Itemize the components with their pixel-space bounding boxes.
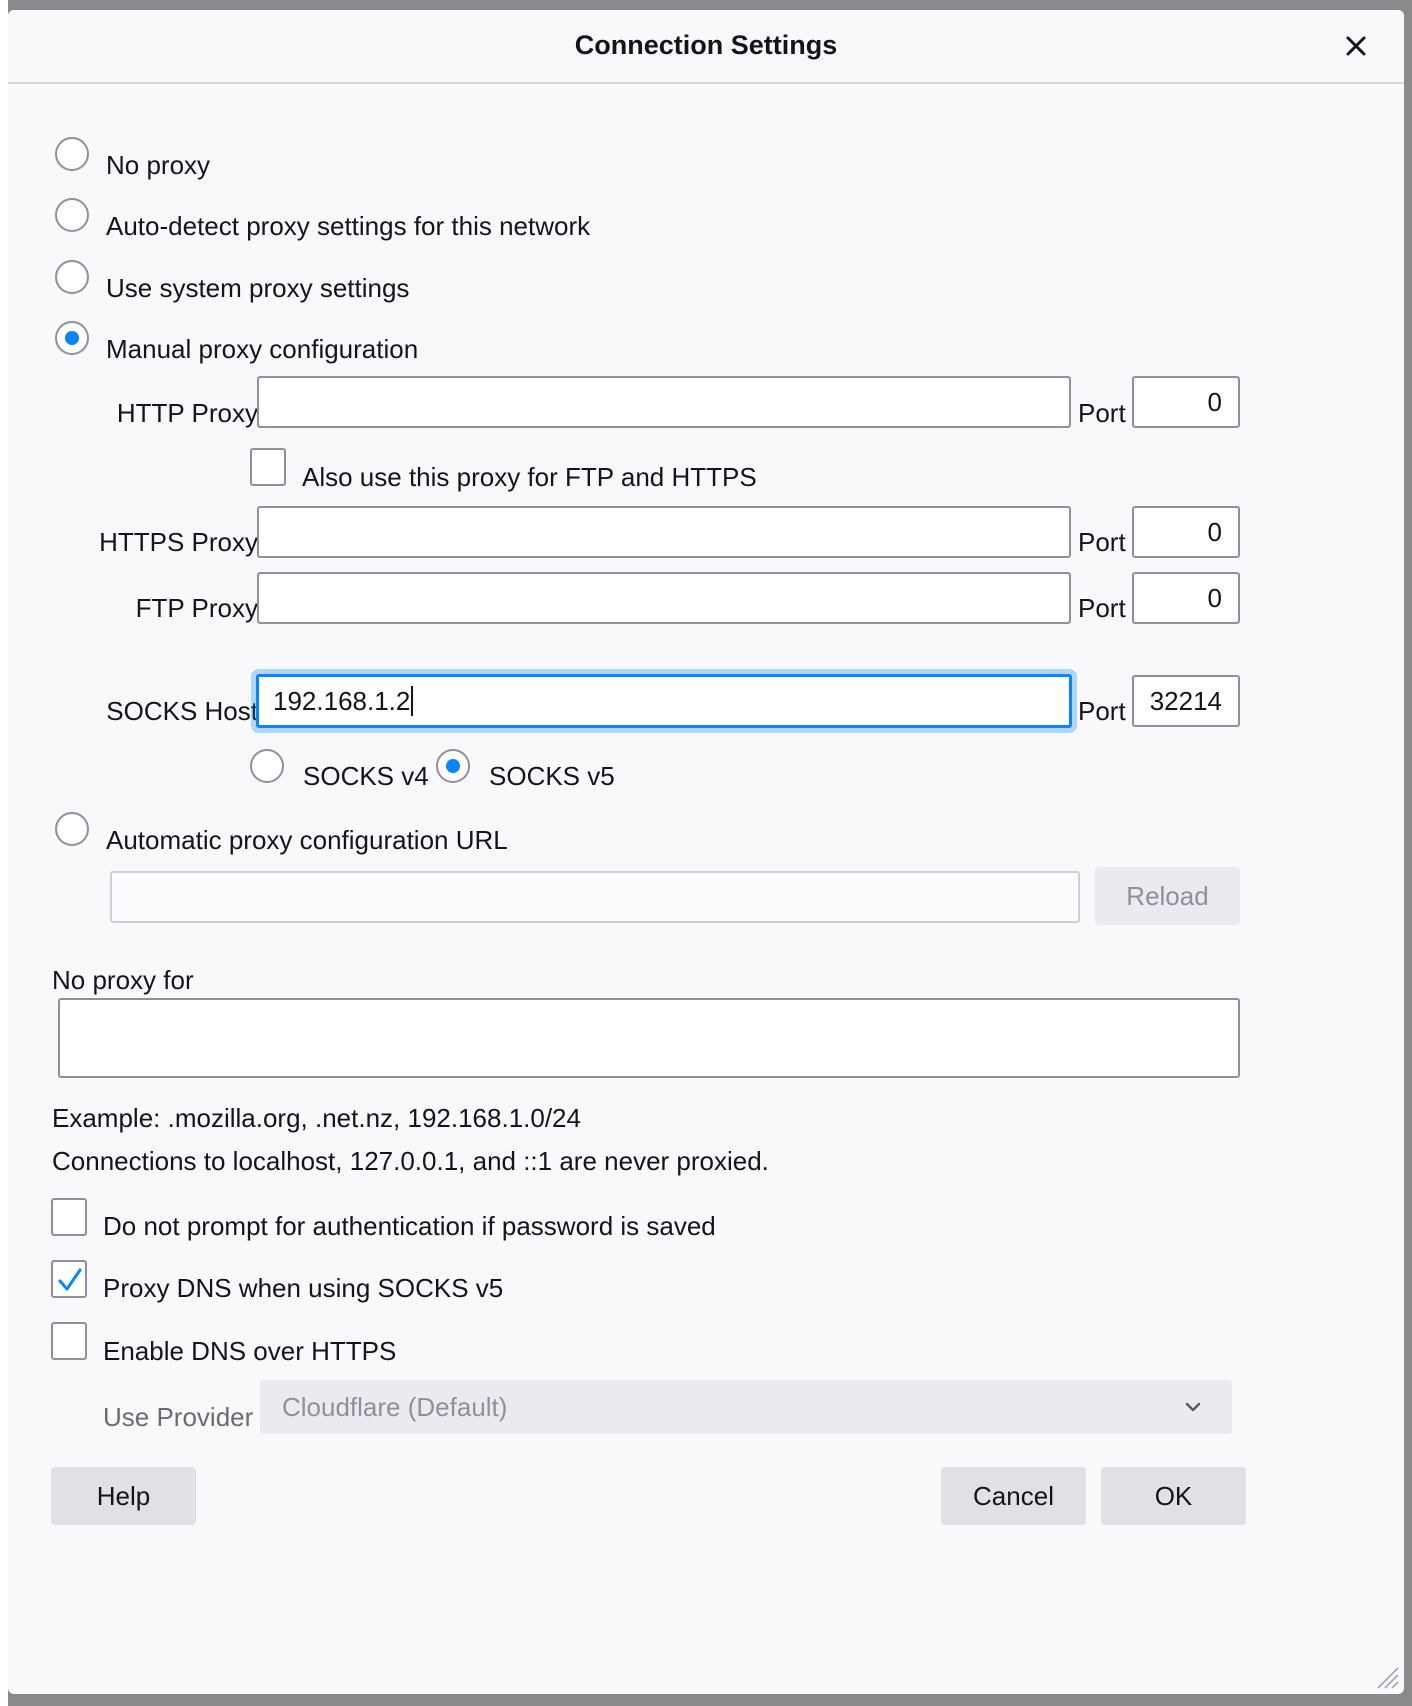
provider-selected-value: Cloudflare (Default) xyxy=(282,1391,508,1422)
manual-proxy-label: Manual proxy configuration xyxy=(106,334,419,364)
no-proxy-for-label: No proxy for xyxy=(52,965,194,995)
reload-button[interactable]: Reload xyxy=(1095,867,1240,925)
no-prompt-auth-checkbox[interactable] xyxy=(51,1198,87,1236)
radio-system-proxy[interactable] xyxy=(55,260,89,294)
http-proxy-input[interactable] xyxy=(257,376,1071,428)
system-proxy-label: Use system proxy settings xyxy=(106,273,410,303)
radio-no-proxy[interactable] xyxy=(55,137,89,171)
text-caret xyxy=(411,686,414,716)
socks-host-label: SOCKS Host xyxy=(106,696,258,726)
ftp-proxy-label: FTP Proxy xyxy=(135,593,258,623)
ftp-port-input[interactable]: 0 xyxy=(1132,572,1240,624)
connection-settings-dialog: Connection Settings No proxy Auto-detect… xyxy=(8,10,1404,1694)
socks-v5-label: SOCKS v5 xyxy=(489,761,615,791)
socks-port-input[interactable]: 32214 xyxy=(1132,675,1240,727)
socks-port-label: Port xyxy=(1078,696,1126,726)
also-use-proxy-label: Also use this proxy for FTP and HTTPS xyxy=(302,462,757,492)
dialog-title: Connection Settings xyxy=(574,30,838,60)
no-proxy-for-textarea[interactable] xyxy=(58,998,1240,1078)
ftp-port-label: Port xyxy=(1078,593,1126,623)
socks-host-input[interactable]: 192.168.1.2 xyxy=(256,674,1072,728)
no-proxy-label: No proxy xyxy=(106,150,211,180)
https-port-label: Port xyxy=(1078,527,1126,557)
background-window-edge xyxy=(0,0,8,1706)
also-use-proxy-checkbox[interactable] xyxy=(250,448,286,486)
https-port-input[interactable]: 0 xyxy=(1132,506,1240,558)
radio-auto-config-url[interactable] xyxy=(55,812,89,846)
no-proxy-example-text: Example: .mozilla.org, .net.nz, 192.168.… xyxy=(52,1103,581,1133)
radio-auto-detect[interactable] xyxy=(55,198,89,232)
http-port-label: Port xyxy=(1078,398,1126,428)
no-prompt-auth-label: Do not prompt for authentication if pass… xyxy=(103,1211,716,1241)
dns-over-https-checkbox[interactable] xyxy=(51,1322,87,1360)
http-proxy-label: HTTP Proxy xyxy=(116,398,258,428)
proxy-dns-label: Proxy DNS when using SOCKS v5 xyxy=(103,1273,504,1303)
socks-v4-label: SOCKS v4 xyxy=(303,761,429,791)
provider-select[interactable]: Cloudflare (Default) xyxy=(260,1380,1232,1434)
auto-config-url-input[interactable] xyxy=(110,871,1080,923)
dns-over-https-label: Enable DNS over HTTPS xyxy=(103,1336,397,1366)
close-button[interactable] xyxy=(1338,28,1374,64)
radio-manual-proxy[interactable] xyxy=(55,321,89,355)
ok-button[interactable]: OK xyxy=(1101,1467,1246,1525)
localhost-note-text: Connections to localhost, 127.0.0.1, and… xyxy=(52,1146,769,1176)
checkmark-icon xyxy=(58,1268,82,1291)
https-proxy-label: HTTPS Proxy xyxy=(99,527,258,557)
socks-host-value: 192.168.1.2 xyxy=(273,685,411,716)
https-proxy-input[interactable] xyxy=(257,506,1071,558)
chevron-down-icon xyxy=(1185,1402,1201,1412)
resize-grip-icon[interactable] xyxy=(1374,1664,1400,1690)
radio-socks-v5[interactable] xyxy=(436,749,470,783)
auto-detect-label: Auto-detect proxy settings for this netw… xyxy=(106,211,591,241)
radio-socks-v4[interactable] xyxy=(250,749,284,783)
help-button[interactable]: Help xyxy=(51,1467,196,1525)
proxy-dns-checkbox[interactable] xyxy=(51,1260,87,1298)
cancel-button[interactable]: Cancel xyxy=(941,1467,1086,1525)
auto-config-url-label: Automatic proxy configuration URL xyxy=(106,825,508,855)
use-provider-label: Use Provider xyxy=(103,1402,254,1432)
ftp-proxy-input[interactable] xyxy=(257,572,1071,624)
http-port-input[interactable]: 0 xyxy=(1132,376,1240,428)
dialog-titlebar: Connection Settings xyxy=(8,10,1404,84)
close-icon xyxy=(1346,36,1366,56)
